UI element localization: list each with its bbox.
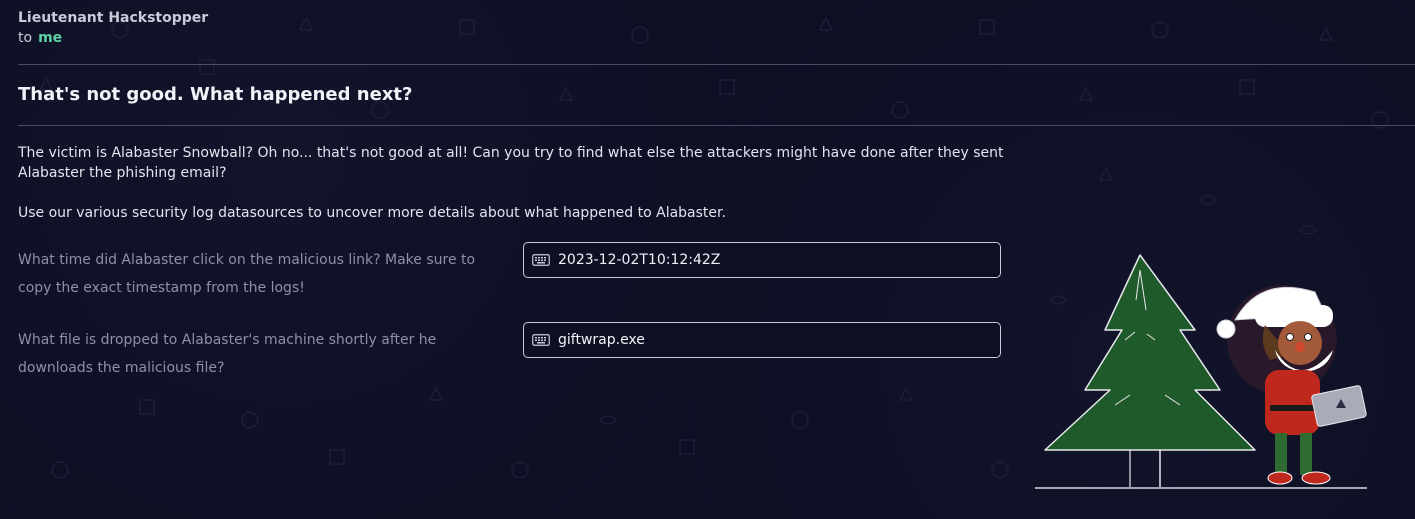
keyboard-icon bbox=[532, 254, 550, 266]
question-2-answer-field[interactable]: giftwrap.exe bbox=[523, 322, 1001, 358]
question-1-answer-value: 2023-12-02T10:12:42Z bbox=[558, 252, 721, 268]
page-title: That's not good. What happened next? bbox=[18, 84, 413, 105]
title-divider bbox=[18, 125, 1415, 126]
sender-name: Lieutenant Hackstopper bbox=[18, 10, 209, 26]
santa-elf-tree-illustration bbox=[1035, 254, 1367, 489]
question-1-label: What time did Alabaster click on the mal… bbox=[18, 252, 476, 296]
recipient-line: to me bbox=[18, 30, 62, 46]
christmas-tree-icon bbox=[1044, 254, 1256, 487]
keyboard-icon bbox=[532, 334, 550, 346]
instructions-paragraph: Use our various security log datasources… bbox=[18, 205, 726, 221]
recipient-name: me bbox=[38, 30, 63, 46]
to-label: to bbox=[18, 30, 33, 46]
page: Lieutenant Hackstopper to me That's not g… bbox=[0, 0, 1415, 519]
question-1-answer-field[interactable]: 2023-12-02T10:12:42Z bbox=[523, 242, 1001, 278]
question-2-label: What file is dropped to Alabaster's mach… bbox=[18, 332, 437, 376]
header-divider bbox=[18, 64, 1415, 65]
santa-character bbox=[1216, 285, 1367, 485]
question-2-answer-value: giftwrap.exe bbox=[558, 332, 645, 348]
intro-paragraph: The victim is Alabaster Snowball? Oh no.… bbox=[18, 145, 1004, 181]
